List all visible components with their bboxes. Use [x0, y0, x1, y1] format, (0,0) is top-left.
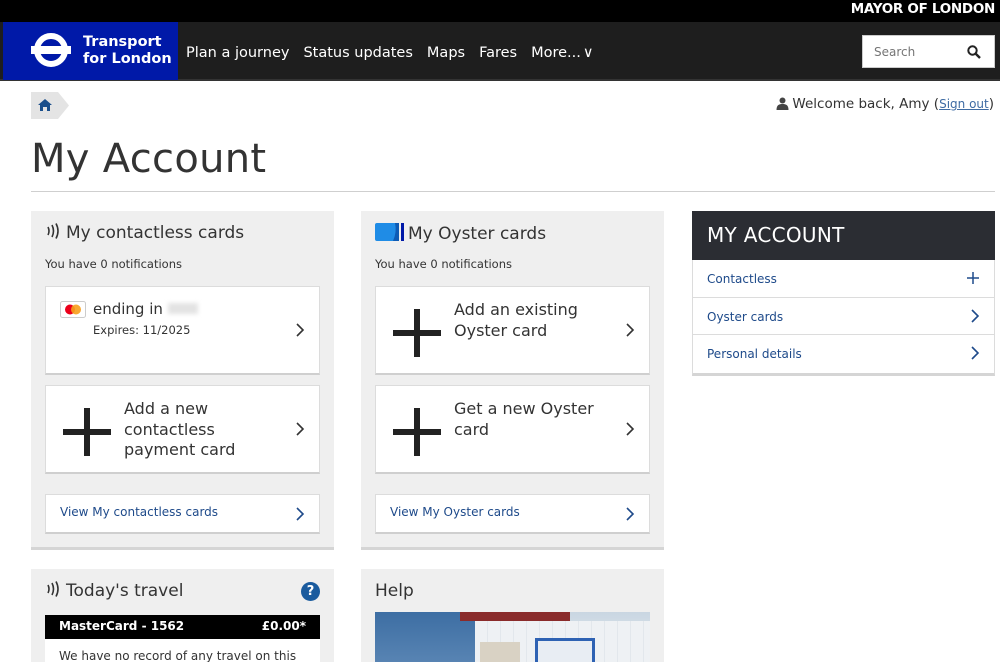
view-oyster-cards-link[interactable]: View My Oyster cards: [375, 494, 650, 534]
travel-message-box: We have no record of any travel on this: [45, 639, 320, 662]
sign-out-link[interactable]: Sign out: [939, 97, 989, 111]
get-new-oyster-label: Get a new Oyster card: [454, 399, 594, 439]
chevron-right-icon: [626, 422, 635, 436]
welcome-message: Welcome back, Amy (Sign out): [776, 96, 994, 112]
card-expiry: Expires: 11/2025: [93, 323, 191, 337]
contactless-card-item[interactable]: ending in Expires: 11/2025: [45, 286, 320, 375]
nav-status-updates[interactable]: Status updates: [303, 45, 412, 61]
contactless-icon: [47, 581, 59, 597]
tfl-roundel-icon: [31, 33, 71, 67]
mastercard-icon: [60, 301, 86, 318]
get-new-oyster-button[interactable]: Get a new Oyster card: [375, 385, 650, 474]
nav-fares[interactable]: Fares: [479, 45, 517, 61]
chevron-right-icon: [296, 422, 305, 436]
help-image[interactable]: [375, 612, 650, 662]
oyster-notifications: You have 0 notifications: [375, 257, 512, 271]
help-question-icon[interactable]: ?: [301, 582, 320, 601]
contactless-panel: My contactless cards You have 0 notifica…: [31, 211, 334, 550]
sidebar-item-personal-details[interactable]: Personal details: [693, 335, 994, 373]
todays-travel-title: Today's travel: [45, 581, 183, 601]
chevron-right-icon: [626, 506, 635, 521]
nav-links: Plan a journey Status updates Maps Fares Mor…: [186, 42, 622, 61]
add-existing-oyster-button[interactable]: Add an existing Oyster card: [375, 286, 650, 375]
masked-card-number: [167, 303, 198, 314]
sidebar-menu: Contactless Oyster cards Personal detail…: [692, 260, 995, 376]
sidebar-heading: MY ACCOUNT: [692, 211, 995, 260]
brand-name: Transport for London: [83, 34, 172, 67]
travel-amount: £0.00*: [261, 619, 306, 633]
travel-card-header: MasterCard - 1562 £0.00*: [45, 615, 320, 639]
chevron-right-icon: [296, 506, 305, 521]
chevron-right-icon: [971, 308, 980, 323]
chevron-right-icon: [626, 323, 635, 337]
sidebar-item-contactless[interactable]: Contactless: [693, 260, 994, 298]
search-box: [862, 35, 995, 68]
tfl-logo-link[interactable]: Transport for London: [3, 22, 178, 80]
chevron-right-icon: [296, 323, 305, 337]
sidebar-item-oyster-cards[interactable]: Oyster cards: [693, 298, 994, 335]
nav-maps[interactable]: Maps: [427, 45, 465, 61]
oyster-panel: My Oyster cards You have 0 notifications…: [361, 211, 664, 550]
add-contactless-label: Add a new contactless payment card: [124, 399, 236, 459]
breadcrumb-home[interactable]: [31, 92, 69, 119]
contactless-notifications: You have 0 notifications: [45, 257, 182, 271]
add-existing-oyster-label: Add an existing Oyster card: [454, 300, 578, 340]
view-contactless-cards-link[interactable]: View My contactless cards: [45, 494, 320, 534]
travel-card-name: MasterCard - 1562: [59, 619, 185, 633]
plus-icon: [393, 309, 441, 357]
mayor-bar: MAYOR OF LONDON: [0, 0, 1000, 22]
todays-travel-panel: Today's travel ? MasterCard - 1562 £0.00…: [31, 569, 334, 662]
help-title: Help: [375, 581, 414, 601]
contactless-icon: [47, 223, 59, 239]
mayor-of-london-label: MAYOR OF LONDON: [850, 1, 996, 17]
oyster-panel-title: My Oyster cards: [375, 223, 546, 244]
nav-more[interactable]: More... ∨: [531, 45, 607, 61]
user-icon: [776, 97, 789, 110]
help-panel: Help: [361, 569, 664, 662]
chevron-right-icon: [971, 346, 980, 360]
nav-plan-journey[interactable]: Plan a journey: [186, 45, 289, 61]
plus-icon: [393, 408, 441, 456]
plus-icon: [967, 272, 979, 284]
main-navigation: Transport for London Plan a journey Statu…: [0, 22, 1000, 81]
plus-icon: [63, 408, 111, 456]
oyster-card-icon: [375, 223, 404, 241]
search-input[interactable]: [863, 36, 963, 67]
page-title: My Account: [31, 136, 267, 182]
title-divider: [31, 191, 995, 192]
travel-message: We have no record of any travel on this: [59, 649, 297, 662]
search-icon[interactable]: [966, 44, 982, 60]
card-ending-label: ending in: [93, 300, 198, 318]
chevron-down-icon: ∨: [582, 45, 594, 61]
contactless-panel-title: My contactless cards: [45, 223, 244, 243]
add-contactless-card-button[interactable]: Add a new contactless payment card: [45, 385, 320, 474]
